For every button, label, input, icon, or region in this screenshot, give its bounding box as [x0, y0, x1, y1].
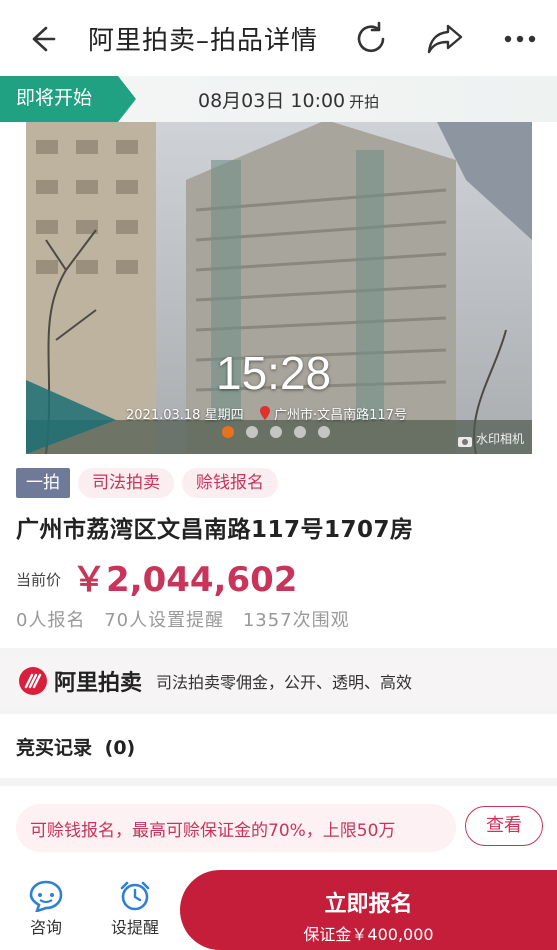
- carousel-indicator: [222, 426, 330, 438]
- carousel-dot[interactable]: [294, 426, 306, 438]
- start-time-value: 08月03日 10:00: [198, 90, 346, 112]
- tag-credit-signup[interactable]: 赊钱报名: [182, 468, 278, 498]
- photo-location-text: 广州市·文昌南路117号: [274, 408, 407, 423]
- item-photo[interactable]: 15:28 2021.03.18 星期四 广州市·文昌南路117号 水印相机: [26, 120, 532, 454]
- signup-count: 0人报名: [16, 610, 86, 631]
- promo-text: 可赊钱报名，最高可赊保证金的70%，上限50万: [30, 821, 396, 841]
- deposit-label: 保证金￥400,000: [303, 925, 434, 944]
- brand-slogan: 司法拍卖零佣金，公开、透明、高效: [156, 673, 413, 692]
- item-tags: 一拍 司法拍卖 赊钱报名: [16, 468, 278, 498]
- bid-records[interactable]: 竞买记录 (0): [0, 714, 557, 778]
- carousel-dot-active[interactable]: [222, 426, 234, 438]
- set-reminder-button[interactable]: 设提醒: [104, 880, 166, 938]
- bid-records-label: 竞买记录 (0): [16, 733, 135, 760]
- camera-icon: [458, 432, 472, 451]
- status-badge: 即将开始: [0, 76, 136, 122]
- photo-caption-text: 2021.03.18 星期四: [126, 408, 244, 423]
- carousel-dot[interactable]: [318, 426, 330, 438]
- bid-records-count: (0): [104, 737, 136, 759]
- photo-clock-text: 15:28: [216, 347, 332, 399]
- share-icon[interactable]: [426, 21, 464, 57]
- ali-auction-logo-icon: [18, 666, 48, 696]
- bid-records-title: 竞买记录: [16, 737, 93, 759]
- top-bar: 阿里拍卖–拍品详情: [0, 0, 557, 76]
- back-arrow-icon[interactable]: [24, 22, 58, 56]
- consult-icon: [24, 880, 68, 912]
- carousel-dot[interactable]: [246, 426, 258, 438]
- signup-label: 立即报名: [324, 892, 413, 917]
- view-button[interactable]: 查看: [465, 806, 543, 846]
- watermark-text: 水印相机: [476, 432, 525, 446]
- tag-judicial[interactable]: 司法拍卖: [78, 468, 174, 498]
- more-icon[interactable]: [502, 26, 538, 52]
- view-count: 1357次围观: [242, 610, 350, 631]
- brand-name: 阿里拍卖: [54, 671, 143, 696]
- credit-promo: 可赊钱报名，最高可赊保证金的70%，上限50万 查看: [0, 786, 557, 870]
- alarm-clock-icon: [104, 880, 166, 912]
- auction-start-bar: 即将开始 08月03日 10:00 开拍: [0, 76, 557, 122]
- item-address: 广州市荔湾区文昌南路117号1707房: [16, 517, 414, 543]
- start-time-suffix: 开拍: [349, 93, 380, 111]
- start-time: 08月03日 10:00 开拍: [198, 86, 379, 113]
- carousel-dot[interactable]: [270, 426, 282, 438]
- consult-button[interactable]: 咨询: [24, 880, 68, 938]
- reminder-count: 70人设置提醒: [104, 610, 225, 631]
- item-hero: 15:28 2021.03.18 星期四 广州市·文昌南路117号 水印相机 即…: [0, 76, 557, 456]
- remind-label: 设提醒: [110, 918, 159, 937]
- page-title: 阿里拍卖–拍品详情: [88, 26, 319, 56]
- location-pin-icon: [260, 405, 270, 424]
- refresh-icon[interactable]: [352, 20, 390, 58]
- tag-first-auction: 一拍: [16, 468, 70, 498]
- current-price: ￥2,044,602: [72, 560, 298, 600]
- signup-now-button[interactable]: 立即报名 保证金￥400,000: [180, 870, 557, 950]
- price-label: 当前价: [16, 571, 62, 589]
- consult-label: 咨询: [29, 918, 62, 937]
- item-stats: 0人报名 70人设置提醒 1357次围观: [16, 606, 362, 632]
- bottom-action-bar: 咨询 设提醒 立即报名 保证金￥400,000: [0, 870, 557, 950]
- brand-banner[interactable]: 阿里拍卖 司法拍卖零佣金，公开、透明、高效: [0, 656, 557, 706]
